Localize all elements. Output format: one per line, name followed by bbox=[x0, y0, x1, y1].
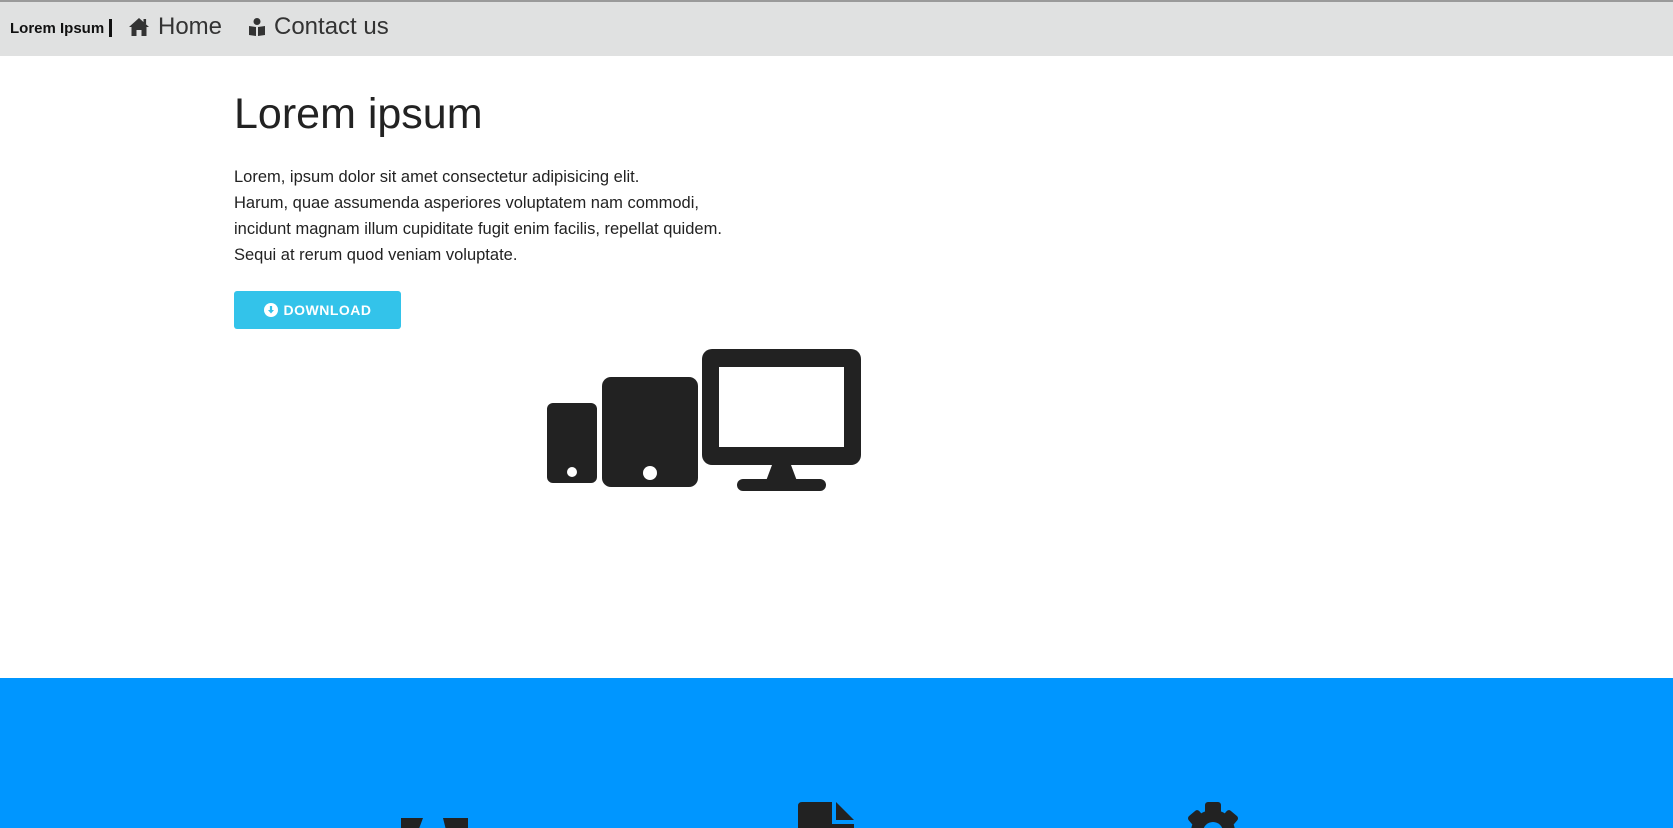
features-band bbox=[0, 678, 1673, 828]
arrow-circle-down-icon bbox=[263, 303, 278, 317]
brand-divider bbox=[109, 19, 113, 37]
address-book-icon bbox=[248, 17, 266, 37]
brand[interactable]: Lorem Ipsum bbox=[10, 19, 113, 37]
hero-line: incidunt magnam illum cupiditate fugit e… bbox=[234, 220, 722, 238]
hero-paragraph: Lorem, ipsum dolor sit amet consectetur … bbox=[234, 164, 722, 268]
hero-line: Harum, quae assumenda asperiores volupta… bbox=[234, 194, 699, 212]
download-label: DOWNLOAD bbox=[283, 302, 372, 318]
brand-label[interactable]: Lorem Ipsum bbox=[10, 20, 104, 37]
devices-icon bbox=[547, 349, 861, 498]
nav-home-label: Home bbox=[158, 13, 223, 40]
file-icon bbox=[798, 802, 854, 828]
hero-line: Lorem, ipsum dolor sit amet consectetur … bbox=[234, 168, 640, 186]
nav-contact-label: Contact us bbox=[274, 13, 389, 40]
hero-line: Sequi at rerum quod veniam voluptate. bbox=[234, 246, 518, 264]
nav-home-link[interactable]: Home bbox=[128, 13, 222, 41]
nav-contact-link[interactable]: Contact us bbox=[248, 13, 389, 41]
hero-title: Lorem ipsum bbox=[234, 90, 483, 138]
navbar: Lorem Ipsum Home Contact us bbox=[0, 0, 1673, 56]
gear-icon bbox=[1187, 802, 1239, 828]
feature-icon-1 bbox=[401, 814, 468, 828]
download-button[interactable]: DOWNLOAD bbox=[234, 291, 401, 329]
home-icon bbox=[128, 17, 150, 37]
